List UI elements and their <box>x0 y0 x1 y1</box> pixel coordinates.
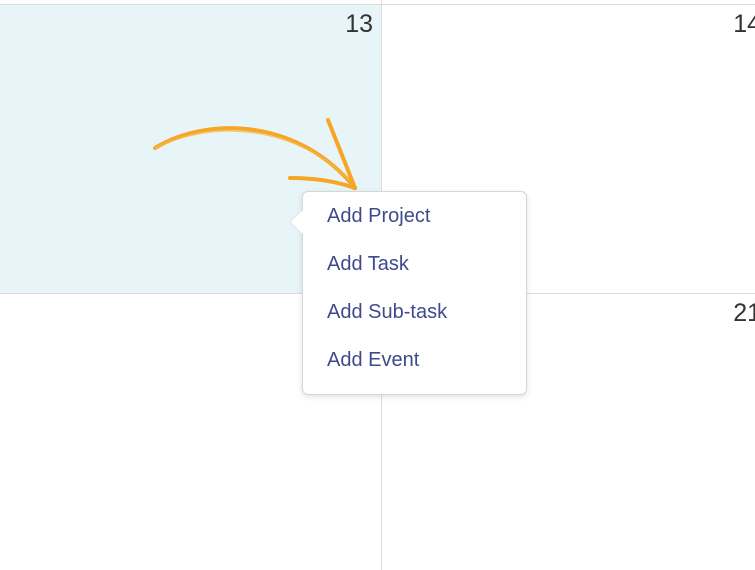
day-number: 13 <box>345 10 373 38</box>
add-task-menu-item[interactable]: Add Task <box>303 250 526 298</box>
add-project-menu-item[interactable]: Add Project <box>303 202 526 250</box>
menu-list: Add Project Add Task Add Sub-task Add Ev… <box>303 192 526 394</box>
add-event-menu-item[interactable]: Add Event <box>303 346 526 394</box>
day-number: 21 <box>733 299 755 327</box>
add-context-menu: Add Project Add Task Add Sub-task Add Ev… <box>290 191 527 395</box>
day-number: 14 <box>733 10 755 38</box>
add-sub-task-menu-item[interactable]: Add Sub-task <box>303 298 526 346</box>
grid-line <box>0 4 755 5</box>
